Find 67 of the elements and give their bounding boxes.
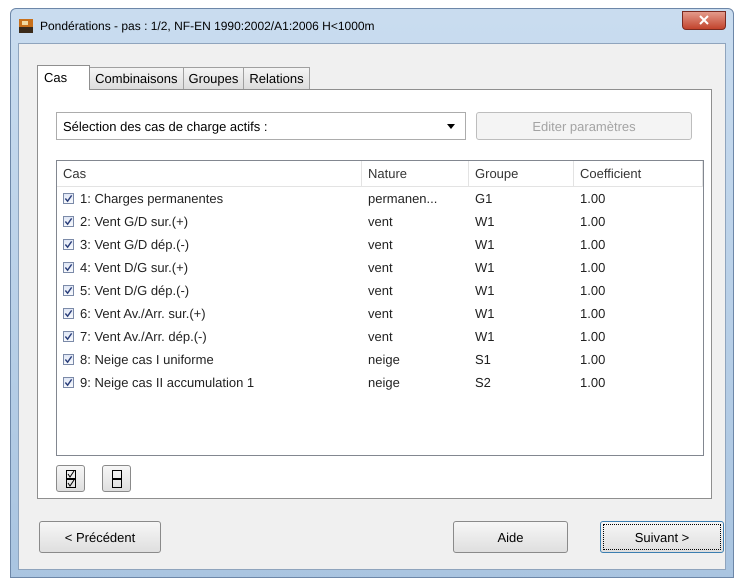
- checkbox[interactable]: [63, 331, 74, 342]
- table-cell: W1: [475, 329, 494, 344]
- table-cell: S1: [475, 352, 491, 367]
- table-cell: W1: [475, 283, 494, 298]
- column-header[interactable]: Groupe: [469, 161, 574, 186]
- table-cell: 9: Neige cas II accumulation 1: [80, 375, 254, 390]
- checkbox[interactable]: [63, 377, 74, 388]
- table-cell: S2: [475, 375, 491, 390]
- app-icon: [18, 18, 34, 34]
- table-cell: W1: [475, 214, 494, 229]
- dropdown-value: Sélection des cas de charge actifs :: [63, 118, 268, 134]
- table-cell: vent: [368, 329, 393, 344]
- dropdown[interactable]: Sélection des cas de charge actifs :: [56, 112, 466, 140]
- previous-button[interactable]: < Précédent: [39, 521, 161, 553]
- table-cell: G1: [475, 191, 492, 206]
- close-icon: [699, 15, 709, 25]
- table-cell: 1.00: [580, 375, 606, 390]
- table-cell: 3: Vent G/D dép.(-): [80, 237, 190, 252]
- table-cell: 1.00: [580, 260, 606, 275]
- checkbox[interactable]: [63, 193, 74, 204]
- table-cell: 8: Neige cas I uniforme: [80, 352, 214, 367]
- tab[interactable]: Cas: [37, 65, 90, 90]
- table-cell: vent: [368, 283, 393, 298]
- tab[interactable]: Relations: [243, 67, 310, 89]
- table-cell: 7: Vent Av./Arr. dép.(-): [80, 329, 207, 344]
- table-cell: 1.00: [580, 237, 606, 252]
- table-cell: 1.00: [580, 329, 606, 344]
- table-cell: 4: Vent D/G sur.(+): [80, 260, 188, 275]
- tab[interactable]: Combinaisons: [89, 67, 184, 89]
- table-cell: 1: Charges permanentes: [80, 191, 224, 206]
- table-cell: 1.00: [580, 352, 606, 367]
- next-button[interactable]: Suivant >: [600, 521, 724, 553]
- close-button[interactable]: [682, 10, 726, 30]
- uncheck-all-button[interactable]: [102, 465, 131, 492]
- table-cell: W1: [475, 237, 494, 252]
- table-cell: vent: [368, 260, 393, 275]
- column-header[interactable]: Coefficient: [574, 161, 703, 186]
- table-cell: 2: Vent G/D sur.(+): [80, 214, 188, 229]
- table-cell: neige: [368, 375, 400, 390]
- empty-boxes-icon: [112, 470, 122, 488]
- caret-icon: [447, 124, 455, 128]
- table-cell: vent: [368, 237, 393, 252]
- window-title: Pondérations - pas : 1/2, NF-EN 1990:2002/A1:2006 H<1000m: [40, 19, 376, 33]
- help-button[interactable]: Aide: [453, 521, 568, 553]
- checkbox[interactable]: [63, 354, 74, 365]
- table-cell: neige: [368, 352, 400, 367]
- checkbox[interactable]: [63, 216, 74, 227]
- table-cell: vent: [368, 214, 393, 229]
- checkbox[interactable]: [63, 308, 74, 319]
- table-cell: 1.00: [580, 191, 606, 206]
- check-all-button[interactable]: [56, 465, 85, 492]
- table-cell: vent: [368, 306, 393, 321]
- table-cell: 6: Vent Av./Arr. sur.(+): [80, 306, 206, 321]
- checkbox[interactable]: [63, 285, 74, 296]
- column-header[interactable]: Cas: [57, 161, 362, 186]
- table-cell: permanen...: [368, 191, 438, 206]
- table-cell: W1: [475, 260, 494, 275]
- checkbox[interactable]: [63, 262, 74, 273]
- table-cell: 1.00: [580, 283, 606, 298]
- tab[interactable]: Groupes: [182, 67, 244, 89]
- table-cell: 5: Vent D/G dép.(-): [80, 283, 190, 298]
- table-cell: 1.00: [580, 214, 606, 229]
- checked-boxes-icon: [66, 470, 76, 488]
- column-header[interactable]: Nature: [362, 161, 469, 186]
- table-cell: W1: [475, 306, 494, 321]
- checkbox[interactable]: [63, 239, 74, 250]
- table-cell: 1.00: [580, 306, 606, 321]
